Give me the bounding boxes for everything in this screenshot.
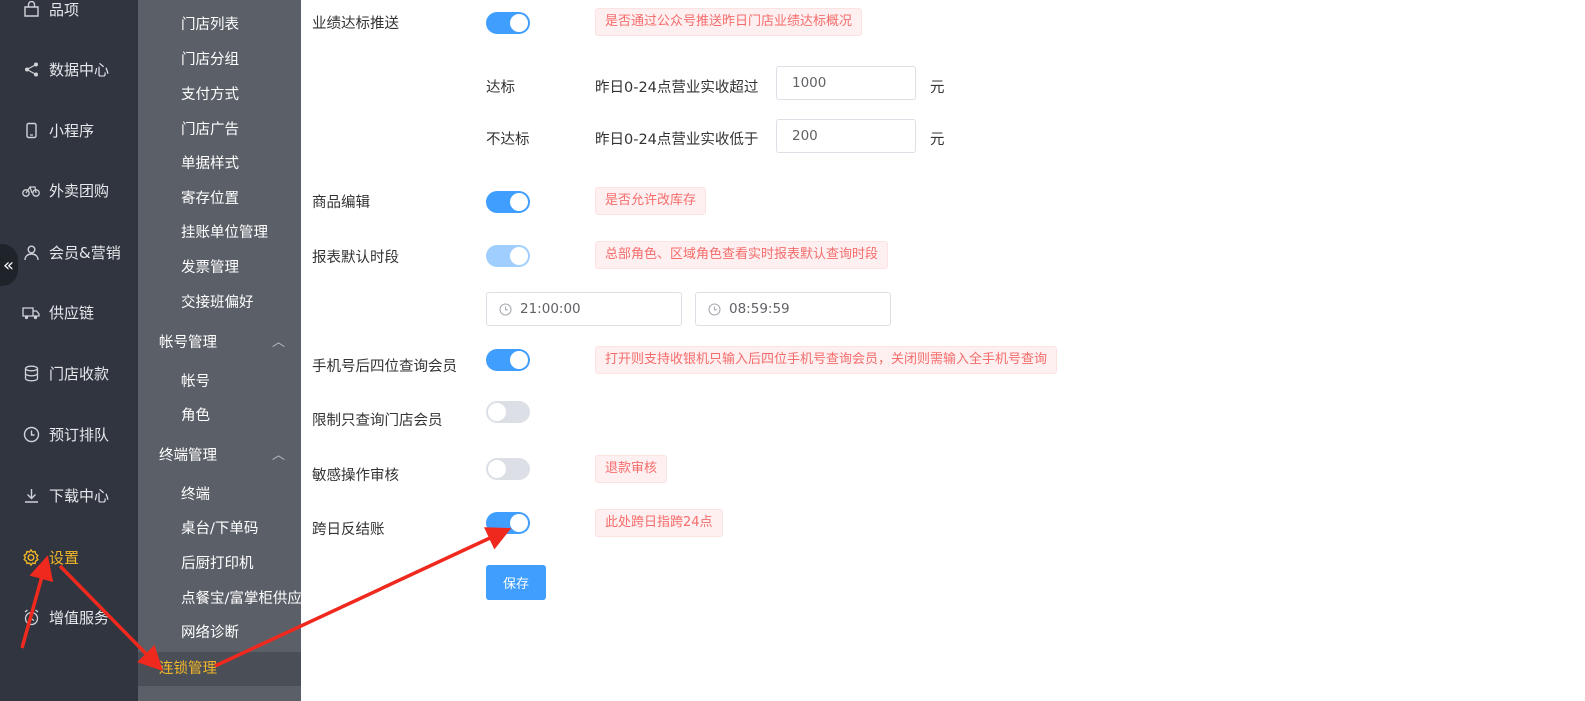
target-met-input[interactable]: 1000 [776, 66, 916, 100]
nav-item-label: 小程序 [49, 121, 95, 140]
phone-last4-hint: 打开则支持收银机只输入后四位手机号查询会员，关闭则需输入全手机号查询 [595, 346, 1058, 374]
primary-sidebar: 品项 数据中心 小程序 外卖团购 会员&营销 供应链 门店收款 预订排队 下载中… [0, 0, 138, 701]
subnav-item[interactable]: 门店广告 [138, 115, 301, 145]
nav-item-store-payment[interactable]: 门店收款 [0, 353, 138, 393]
subnav-item[interactable]: 发票管理 [138, 253, 301, 283]
subnav-item[interactable]: 桌台/下单码 [138, 514, 301, 544]
subnav-item[interactable]: 角色 [138, 401, 301, 431]
cross-day-switch[interactable] [486, 512, 530, 534]
subnav-item[interactable]: 门店分组 [138, 45, 301, 75]
secondary-sidebar: 门店列表 门店分组 支付方式 门店广告 单据样式 寄存位置 挂账单位管理 发票管… [138, 0, 301, 701]
subnav-item[interactable]: 终端 [138, 480, 301, 510]
report-period-label: 报表默认时段 [312, 250, 399, 266]
start-time-picker[interactable]: 21:00:00 [486, 292, 682, 326]
phone-icon [22, 121, 40, 139]
target-missed-unit: 元 [930, 132, 945, 148]
nav-item-supply-chain[interactable]: 供应链 [0, 292, 138, 332]
cross-day-label: 跨日反结账 [312, 522, 385, 538]
target-missed-label: 不达标 [486, 132, 530, 148]
truck-icon [22, 303, 40, 321]
performance-push-switch[interactable] [486, 12, 530, 34]
clock-icon [22, 425, 40, 443]
nav-item-label: 下载中心 [49, 486, 110, 505]
download-icon [22, 486, 40, 504]
subnav-item[interactable]: 门店列表 [138, 10, 301, 40]
nav-item-products[interactable]: 品项 [0, 0, 138, 29]
nav-item-mini-program[interactable]: 小程序 [0, 110, 138, 150]
database-icon [22, 364, 40, 382]
store-member-only-label: 限制只查询门店会员 [312, 413, 443, 429]
nav-item-download-center[interactable]: 下载中心 [0, 475, 138, 515]
nav-item-label: 品项 [49, 0, 80, 19]
target-missed-desc: 昨日0-24点营业实收低于 [595, 132, 759, 148]
nav-item-label: 数据中心 [49, 60, 110, 79]
nav-item-label: 预订排队 [49, 425, 110, 444]
subnav-item[interactable]: 交接班偏好 [138, 288, 301, 318]
chevron-up-icon: ︿ [271, 335, 285, 350]
subnav-group-account[interactable]: 帐号管理 ︿ [138, 328, 301, 358]
subnav-group-terminal[interactable]: 终端管理 ︿ [138, 441, 301, 471]
subnav-item[interactable]: 支付方式 [138, 80, 301, 110]
phone-last4-switch[interactable] [486, 349, 530, 371]
user-icon [22, 243, 40, 261]
performance-push-hint: 是否通过公众号推送昨日门店业绩达标概况 [595, 8, 863, 36]
product-edit-switch[interactable] [486, 191, 530, 213]
cross-day-hint: 此处跨日指跨24点 [595, 509, 723, 537]
settings-form: 业绩达标推送 是否通过公众号推送昨日门店业绩达标概况 达标 昨日0-24点营业实… [301, 0, 1585, 701]
performance-push-label: 业绩达标推送 [312, 16, 399, 32]
save-button[interactable]: 保存 [486, 565, 546, 600]
target-met-label: 达标 [486, 80, 515, 96]
nav-item-label: 会员&营销 [49, 243, 121, 262]
clock-icon [499, 302, 512, 316]
bag-icon [22, 0, 40, 18]
sensitive-review-hint: 退款审核 [595, 455, 668, 483]
subnav-item-chain-management[interactable]: 连锁管理 [138, 652, 301, 686]
start-time-value: 21:00:00 [520, 301, 581, 317]
subnav-group-label: 帐号管理 [159, 335, 217, 351]
bike-icon [22, 181, 40, 199]
subnav-item[interactable]: 单据样式 [138, 149, 301, 179]
alarm-icon [22, 608, 40, 626]
chevron-up-icon: ︿ [271, 448, 285, 463]
target-met-unit: 元 [930, 80, 945, 96]
target-missed-input[interactable]: 200 [776, 119, 916, 153]
subnav-group-label: 终端管理 [159, 448, 217, 464]
nav-item-label: 增值服务 [49, 608, 110, 627]
subnav-item[interactable]: 点餐宝/富掌柜供应 [138, 584, 301, 614]
end-time-value: 08:59:59 [729, 301, 790, 317]
subnav-item[interactable]: 寄存位置 [138, 184, 301, 214]
end-time-picker[interactable]: 08:59:59 [695, 292, 891, 326]
nav-item-label: 门店收款 [49, 364, 110, 383]
nav-item-delivery[interactable]: 外卖团购 [0, 170, 138, 210]
store-member-only-switch[interactable] [486, 401, 530, 423]
double-chevron-left-icon: « [2, 254, 14, 276]
product-edit-label: 商品编辑 [312, 195, 370, 211]
collapse-sidebar-button[interactable]: « [0, 244, 18, 286]
subnav-item[interactable]: 网络诊断 [138, 618, 301, 648]
phone-last4-label: 手机号后四位查询会员 [312, 359, 457, 375]
target-met-desc: 昨日0-24点营业实收超过 [595, 80, 759, 96]
gear-icon [22, 548, 40, 566]
nav-item-reservation[interactable]: 预订排队 [0, 414, 138, 454]
subnav-item[interactable]: 挂账单位管理 [138, 218, 301, 248]
subnav-item[interactable]: 后厨打印机 [138, 549, 301, 579]
share-icon [22, 60, 40, 78]
clock-icon [708, 302, 721, 316]
sensitive-review-label: 敏感操作审核 [312, 468, 399, 484]
nav-item-label: 供应链 [49, 303, 95, 322]
nav-item-data-center[interactable]: 数据中心 [0, 49, 138, 89]
report-period-switch[interactable] [486, 245, 530, 267]
nav-item-label: 设置 [49, 548, 80, 567]
nav-item-value-added[interactable]: 增值服务 [0, 597, 138, 637]
nav-item-label: 外卖团购 [49, 181, 110, 200]
sensitive-review-switch[interactable] [486, 458, 530, 480]
nav-item-settings[interactable]: 设置 [0, 537, 138, 577]
product-edit-hint: 是否允许改库存 [595, 187, 707, 215]
subnav-item[interactable]: 帐号 [138, 367, 301, 397]
report-period-hint: 总部角色、区域角色查看实时报表默认查询时段 [595, 241, 889, 269]
nav-item-member-marketing[interactable]: 会员&营销 [0, 232, 138, 272]
